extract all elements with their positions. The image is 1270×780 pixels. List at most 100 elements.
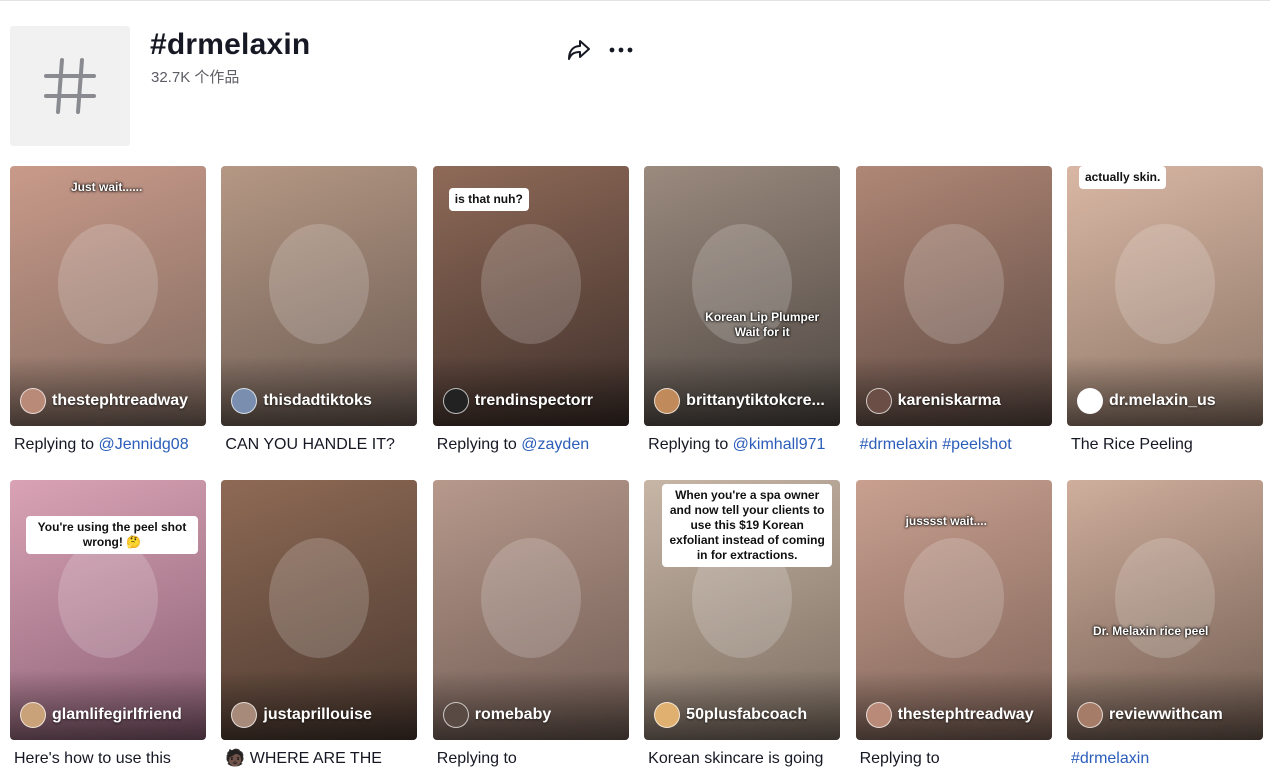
author-name[interactable]: glamlifegirlfriend (52, 705, 182, 725)
video-card[interactable]: You're using the peel shot wrong! 🤔 glaml… (10, 480, 206, 780)
author-name[interactable]: dr.melaxin_us (1109, 391, 1216, 411)
video-thumbnail[interactable]: romebaby (432, 480, 629, 740)
video-author[interactable]: kareniskarma (865, 388, 1046, 414)
video-author[interactable]: romebaby (442, 702, 623, 728)
author-avatar[interactable] (442, 388, 469, 414)
caption-text: Replying to (436, 750, 517, 767)
video-caption[interactable]: Here's how to use this (10, 748, 206, 770)
caption-link[interactable]: @zayden (521, 436, 589, 453)
video-thumbnail[interactable]: justaprillouise (221, 480, 418, 740)
video-card[interactable]: kareniskarma #drmelaxin #peelshot (855, 166, 1052, 466)
video-card[interactable]: Just wait...... thestephtreadway Replying … (10, 166, 206, 466)
video-card[interactable]: is that nuh? trendinspectorr Replying to @… (432, 166, 629, 466)
author-name[interactable]: reviewwithcam (1109, 705, 1223, 725)
video-thumbnail[interactable]: jusssst wait.... thestephtreadway (855, 480, 1052, 740)
hashtag-icon (44, 58, 96, 114)
video-caption[interactable]: #drmelaxin #peelshot (856, 434, 1052, 456)
author-name[interactable]: kareniskarma (898, 391, 1001, 411)
author-avatar[interactable] (654, 388, 681, 414)
caption-text: Replying to (436, 436, 517, 453)
author-name[interactable]: thisdadtiktoks (263, 391, 371, 411)
video-thumbnail[interactable]: is that nuh? trendinspectorr (432, 166, 629, 426)
video-caption[interactable]: 🧑🏿 WHERE ARE THE (221, 748, 417, 770)
thumbnail-subject (480, 224, 581, 344)
video-caption[interactable]: The Rice Peeling (1067, 434, 1263, 456)
page-title: #drmelaxin (150, 28, 311, 61)
video-caption[interactable]: Replying to @Jennidg08 (10, 434, 206, 456)
video-caption[interactable]: Replying to @kimhall971 (644, 434, 840, 456)
author-name[interactable]: romebaby (475, 705, 551, 725)
video-author[interactable]: brittanytiktokcre... (654, 388, 834, 414)
top-divider (0, 0, 1270, 1)
video-author[interactable]: glamlifegirlfriend (20, 702, 200, 728)
video-author[interactable]: reviewwithcam (1076, 702, 1257, 728)
video-author[interactable]: trendinspectorr (442, 388, 623, 414)
caption-text: Replying to (648, 436, 729, 453)
share-button[interactable] (565, 36, 593, 64)
thumbnail-overlay-text: When you're a spa owner and now tell you… (662, 484, 833, 567)
author-avatar[interactable] (231, 702, 258, 728)
video-thumbnail[interactable]: When you're a spa owner and now tell you… (644, 480, 841, 740)
more-button[interactable] (607, 36, 635, 64)
author-name[interactable]: brittanytiktokcre... (686, 391, 825, 411)
video-caption[interactable]: Replying to (856, 748, 1052, 770)
video-author[interactable]: dr.melaxin_us (1076, 388, 1257, 414)
thumbnail-subject (480, 538, 581, 658)
author-name[interactable]: thestephtreadway (52, 391, 188, 411)
thumbnail-overlay-text: Korean Lip Plumper Wait for it (705, 310, 820, 339)
video-card[interactable]: justaprillouise 🧑🏿 WHERE ARE THE (221, 480, 418, 780)
video-card[interactable]: When you're a spa owner and now tell you… (644, 480, 841, 780)
author-name[interactable]: thestephtreadway (898, 705, 1034, 725)
video-caption[interactable]: #drmelaxin (1067, 748, 1263, 770)
video-caption[interactable]: Replying to @zayden (433, 434, 629, 456)
video-thumbnail[interactable]: thisdadtiktoks (221, 166, 418, 426)
author-name[interactable]: 50plusfabcoach (686, 705, 807, 725)
author-avatar[interactable] (442, 702, 469, 728)
video-thumbnail[interactable]: kareniskarma (855, 166, 1052, 426)
author-avatar[interactable] (231, 388, 258, 414)
thumbnail-subject (269, 224, 370, 344)
video-card[interactable]: jusssst wait.... thestephtreadway Replying… (855, 480, 1052, 780)
caption-link[interactable]: @Jennidg08 (99, 436, 189, 453)
video-caption[interactable]: Replying to (433, 748, 629, 770)
video-author[interactable]: justaprillouise (231, 702, 411, 728)
video-card[interactable]: romebaby Replying to (432, 480, 629, 780)
thumbnail-overlay-text: Dr. Melaxin rice peel (1092, 624, 1209, 638)
author-avatar[interactable] (1076, 388, 1103, 414)
video-card[interactable]: Korean Lip Plumper Wait for it brittanyti… (644, 166, 841, 466)
video-thumbnail[interactable]: Just wait...... thestephtreadway (10, 166, 206, 426)
video-author[interactable]: thisdadtiktoks (231, 388, 411, 414)
thumbnail-subject (1114, 224, 1215, 344)
thumbnail-subject (58, 538, 158, 658)
caption-text: Replying to (14, 436, 95, 453)
author-avatar[interactable] (1076, 702, 1103, 728)
video-card[interactable]: Dr. Melaxin rice peel reviewwithcam #drmel… (1066, 480, 1263, 780)
video-caption[interactable]: CAN YOU HANDLE IT? (221, 434, 417, 456)
video-thumbnail[interactable]: Korean Lip Plumper Wait for it brittanyti… (644, 166, 841, 426)
video-grid: Just wait...... thestephtreadway Replying … (10, 166, 1263, 780)
video-thumbnail[interactable]: actually skin. dr.melaxin_us (1066, 166, 1263, 426)
caption-link[interactable]: @kimhall971 (733, 436, 826, 453)
video-card[interactable]: thisdadtiktoks CAN YOU HANDLE IT? (221, 166, 418, 466)
video-caption[interactable]: Korean skincare is going (644, 748, 840, 770)
video-author[interactable]: 50plusfabcoach (654, 702, 834, 728)
video-author[interactable]: thestephtreadway (20, 388, 200, 414)
video-thumbnail[interactable]: Dr. Melaxin rice peel reviewwithcam (1066, 480, 1263, 740)
video-card[interactable]: actually skin. dr.melaxin_us The Rice Peel… (1066, 166, 1263, 466)
thumbnail-overlay-text: actually skin. (1078, 166, 1167, 189)
author-avatar[interactable] (20, 388, 46, 414)
video-thumbnail[interactable]: You're using the peel shot wrong! 🤔 glaml… (10, 480, 206, 740)
thumbnail-subject (269, 538, 370, 658)
caption-text: The Rice Peeling (1070, 436, 1193, 453)
author-avatar[interactable] (865, 388, 892, 414)
share-arrow-icon (568, 40, 590, 60)
hashtag-header: #drmelaxin 32.7K 个作品 (10, 26, 1270, 146)
video-author[interactable]: thestephtreadway (865, 702, 1046, 728)
caption-link[interactable]: #drmelaxin #peelshot (860, 436, 1012, 453)
author-avatar[interactable] (654, 702, 681, 728)
author-name[interactable]: justaprillouise (263, 705, 371, 725)
author-name[interactable]: trendinspectorr (475, 391, 593, 411)
author-avatar[interactable] (20, 702, 46, 728)
author-avatar[interactable] (865, 702, 892, 728)
caption-link[interactable]: #drmelaxin (1071, 750, 1149, 767)
